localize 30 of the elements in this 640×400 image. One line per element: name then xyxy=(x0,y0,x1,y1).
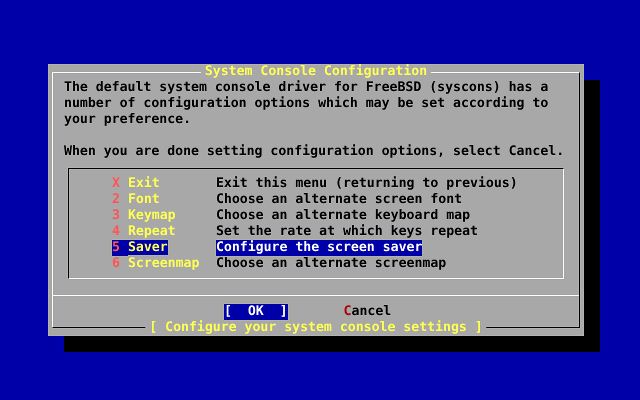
menu-item[interactable]: 6 Screenmap Choose an alternate screenmap xyxy=(112,256,563,272)
menu-item-label: Saver xyxy=(128,240,168,255)
menu-item-label: Screenmap xyxy=(128,256,200,271)
menu-item-label: Font xyxy=(128,192,160,207)
instruction-text: When you are done setting configuration options, select Cancel. xyxy=(64,144,566,160)
menu-item[interactable]: X Exit Exit this menu (returning to previous) xyxy=(112,176,563,192)
menu-item-description: Choose an alternate screen font xyxy=(216,192,462,208)
menu-item-description: Choose an alternate screenmap xyxy=(216,256,446,272)
dialog-title: System Console Configuration xyxy=(200,64,432,80)
menu-item-description: Exit this menu (returning to previous) xyxy=(216,176,518,192)
menu-item[interactable]: 2 Font Choose an alternate screen font xyxy=(112,192,563,208)
hotkey-label: 2 xyxy=(112,192,121,208)
ok-button[interactable]: [ OK ] xyxy=(224,304,288,320)
menu-item-description: Set the rate at which keys repeat xyxy=(216,224,478,240)
menu-item[interactable]: 3 Keymap Choose an alternate keyboard map xyxy=(112,208,563,224)
message-text: The default system console driver for FreeBSD (syscons) has a number of configuration options which may be set according to your preference. xyxy=(64,80,550,128)
menu-item-label: Repeat xyxy=(128,224,176,239)
footer-hint: [ Configure your system console settings ] xyxy=(145,320,487,336)
hotkey-label: 4 xyxy=(112,224,121,240)
menu-item[interactable]: 5 Saver Configure the screen saver xyxy=(112,240,563,256)
menu-item-label: Exit xyxy=(128,176,160,191)
hotkey-label: 3 xyxy=(112,208,121,224)
menu-item[interactable]: 4 Repeat Set the rate at which keys repeat xyxy=(112,224,563,240)
hotkey-label: 6 xyxy=(112,256,121,272)
hotkey-label: 5 xyxy=(112,240,128,256)
menu-item-description: Choose an alternate keyboard map xyxy=(216,208,470,224)
hotkey-label: X xyxy=(112,176,121,192)
menu-item-label: Keymap xyxy=(128,208,176,223)
cancel-button[interactable]: Cancel xyxy=(344,304,392,320)
menu-item-description: Configure the screen saver xyxy=(216,240,422,256)
